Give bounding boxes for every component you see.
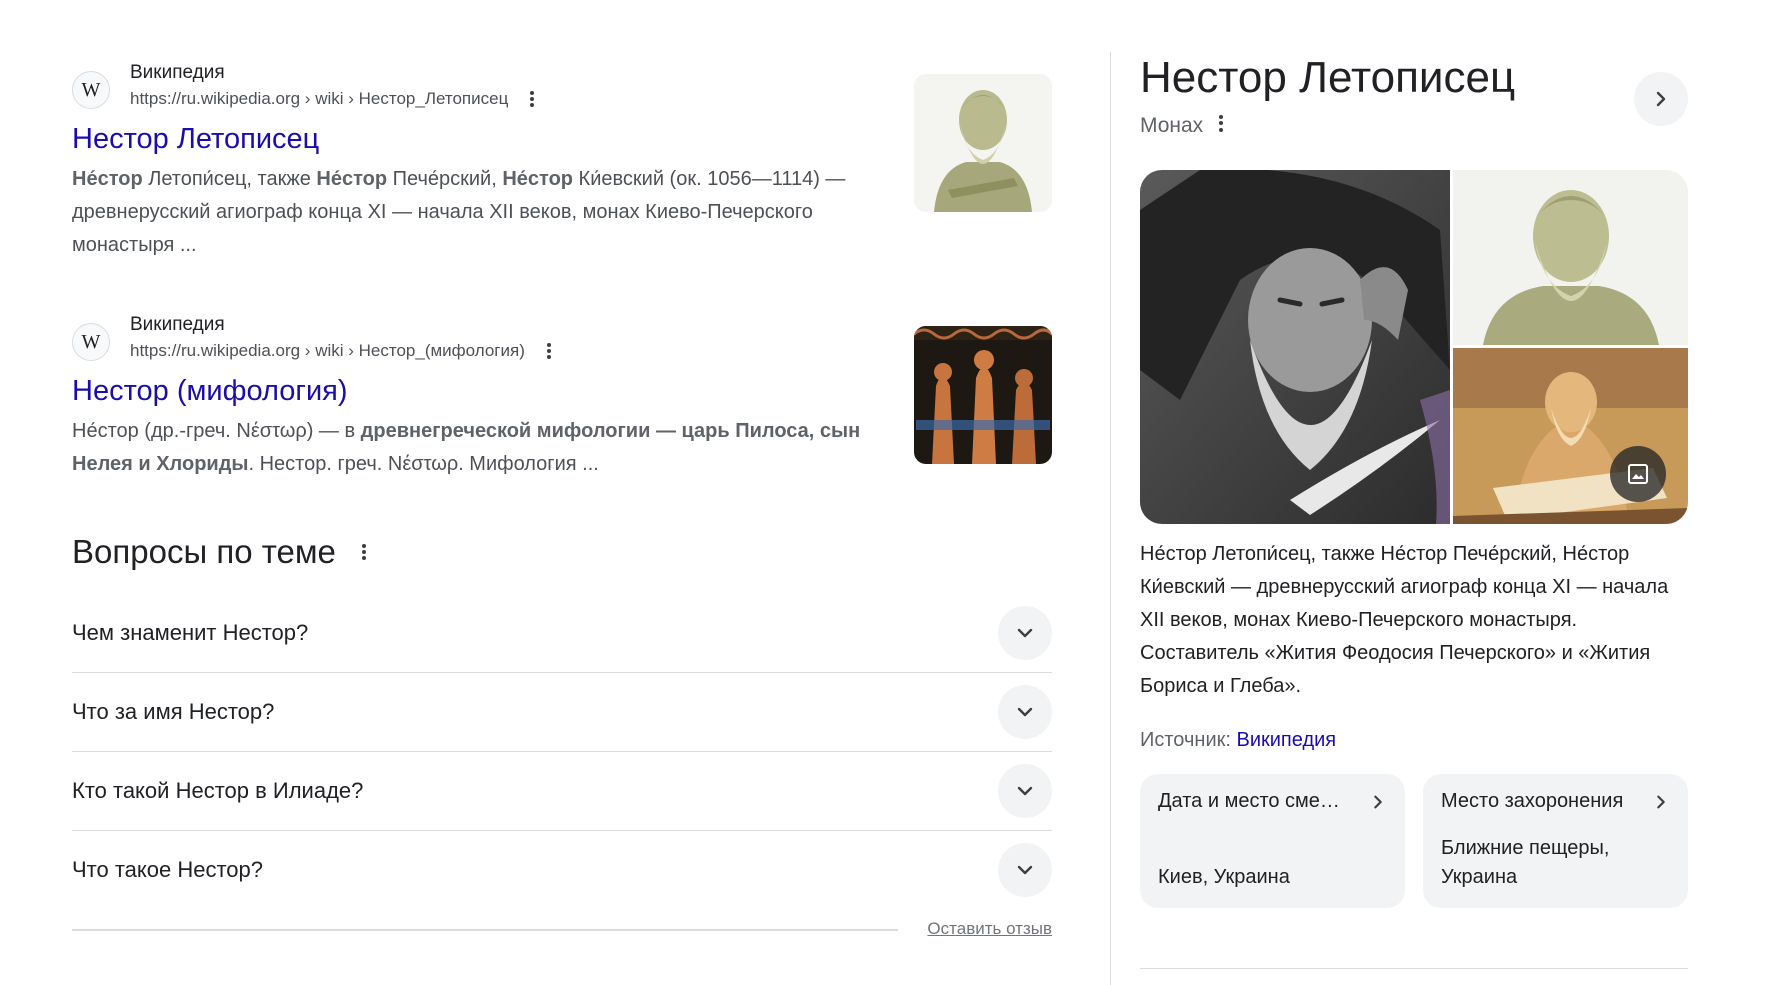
- feedback-row: Оставить отзыв: [72, 909, 1052, 949]
- question-item[interactable]: Кто такой Нестор в Илиаде?: [72, 752, 1052, 831]
- feedback-link[interactable]: Оставить отзыв: [927, 919, 1052, 939]
- snippet-text: Летопи́сец, также: [142, 168, 317, 190]
- result-url[interactable]: https://ru.wikipedia.org › wiki › Нестор…: [130, 338, 525, 364]
- source-label: Источник:: [1140, 729, 1237, 751]
- wikipedia-favicon-icon: W: [72, 71, 110, 109]
- question-item[interactable]: Чем знаменит Нестор?: [72, 594, 1052, 673]
- result-title-link[interactable]: Нестор (мифология): [72, 373, 1052, 409]
- snippet-bold-text: Не́стор: [72, 168, 143, 190]
- greek-vase-painting-image: [914, 326, 1052, 464]
- view-images-button[interactable]: [1610, 446, 1666, 502]
- knowledge-panel-subtitle: Монах: [1140, 114, 1204, 137]
- result-title-link[interactable]: Нестор Летописец: [72, 121, 1052, 157]
- question-text: Чем знаменит Нестор?: [72, 620, 309, 645]
- search-result: W Википедия https://ru.wikipedia.org › w…: [72, 312, 1052, 532]
- source-url: https://ru.wikipedia.org › wiki › Нестор…: [130, 86, 535, 112]
- result-source: W Википедия https://ru.wikipedia.org › w…: [72, 60, 1052, 112]
- expand-button[interactable]: [998, 764, 1052, 818]
- chevron-down-icon: [1017, 628, 1033, 638]
- image-icon: [1628, 464, 1648, 484]
- search-result: W Википедия https://ru.wikipedia.org › w…: [72, 60, 1052, 312]
- divider: [1140, 968, 1688, 969]
- related-questions-title: Вопросы по теме: [72, 533, 336, 570]
- snippet-text: Пече́рский,: [387, 168, 503, 190]
- more-vert-icon[interactable]: [530, 91, 535, 107]
- source-url: https://ru.wikipedia.org › wiki › Нестор…: [130, 338, 551, 364]
- divider: [72, 929, 898, 931]
- question-item[interactable]: Что за имя Нестор?: [72, 673, 1052, 752]
- result-snippet: Не́стор Летопи́сец, также Не́стор Пече́р…: [72, 163, 877, 262]
- related-questions-header: Вопросы по теме: [72, 532, 1052, 572]
- knowledge-panel-title: Нестор Летописец: [1140, 53, 1516, 102]
- knowledge-panel-source: Источник: Википедия: [1140, 729, 1688, 752]
- fact-card-value: Ближние пещеры, Украина: [1441, 837, 1610, 888]
- question-item[interactable]: Что такое Нестор?: [72, 831, 1052, 909]
- question-text: Что за имя Нестор?: [72, 699, 275, 724]
- result-thumbnail[interactable]: [914, 326, 1052, 464]
- fact-card-header: Место захоронения: [1441, 790, 1670, 813]
- expand-button[interactable]: [998, 843, 1052, 897]
- more-vert-icon[interactable]: [1219, 114, 1224, 132]
- question-text: Что такое Нестор?: [72, 857, 264, 882]
- fact-card-burial[interactable]: Место захоронения Ближние пещеры, Украин…: [1423, 774, 1688, 908]
- expand-button[interactable]: [998, 685, 1052, 739]
- result-source: W Википедия https://ru.wikipedia.org › w…: [72, 312, 1052, 364]
- result-thumbnail[interactable]: [914, 74, 1052, 212]
- fact-card-death[interactable]: Дата и место сме… Киев, Украина: [1140, 774, 1405, 908]
- related-questions: Вопросы по теме Чем знаменит Нестор? Что…: [72, 532, 1052, 949]
- chevron-down-icon: [1017, 786, 1033, 796]
- question-text: Кто такой Нестор в Илиаде?: [72, 778, 364, 803]
- image-gallery: [1140, 170, 1688, 524]
- chevron-right-icon: [1656, 91, 1666, 107]
- fact-card-label: Место захоронения: [1441, 790, 1624, 812]
- result-url[interactable]: https://ru.wikipedia.org › wiki › Нестор…: [130, 86, 508, 112]
- fact-cards: Дата и место сме… Киев, Украина Место за…: [1140, 774, 1688, 908]
- snippet-text: . Нестор. греч. Νέστωρ. Мифология ...: [248, 453, 599, 475]
- more-vert-icon[interactable]: [546, 343, 551, 359]
- result-snippet: Не́стор (др.-греч. Νέστωρ) — в древнегре…: [72, 415, 877, 481]
- search-results: W Википедия https://ru.wikipedia.org › w…: [72, 60, 1052, 949]
- snippet-bold-text: Не́стор: [316, 168, 388, 190]
- next-button[interactable]: [1634, 72, 1688, 126]
- gallery-bust-image[interactable]: [1453, 170, 1688, 345]
- fact-card-label: Дата и место сме…: [1158, 790, 1340, 812]
- source-name[interactable]: Википедия: [130, 312, 551, 338]
- chevron-down-icon: [1017, 865, 1033, 875]
- knowledge-panel: Нестор Летописец Монах Не́стор Летопи́се…: [1140, 52, 1688, 908]
- chevron-right-icon: [1374, 795, 1382, 808]
- column-divider: [1110, 52, 1111, 985]
- knowledge-panel-description: Не́стор Летопи́сец, также Не́стор Пече́р…: [1140, 543, 1669, 697]
- question-list: Чем знаменит Нестор? Что за имя Нестор? …: [72, 594, 1052, 909]
- more-vert-icon[interactable]: [361, 544, 366, 560]
- wikipedia-favicon-icon: W: [72, 323, 110, 361]
- expand-button[interactable]: [998, 606, 1052, 660]
- fact-card-value: Киев, Украина: [1158, 866, 1290, 888]
- gallery-main-image[interactable]: [1140, 170, 1450, 524]
- source-link[interactable]: Википедия: [1237, 729, 1337, 751]
- chevron-down-icon: [1017, 707, 1033, 717]
- knowledge-panel-subtitle-row: Монах: [1140, 114, 1688, 138]
- chevron-right-icon: [1657, 795, 1665, 808]
- fact-card-header: Дата и место сме…: [1158, 790, 1387, 813]
- source-text: Википедия https://ru.wikipedia.org › wik…: [130, 60, 535, 112]
- statue-bust-image: [914, 74, 1052, 212]
- source-name[interactable]: Википедия: [130, 60, 534, 86]
- source-text: Википедия https://ru.wikipedia.org › wik…: [130, 312, 551, 364]
- snippet-bold-text: Не́стор: [502, 168, 573, 190]
- snippet-text: Не́стор (др.-греч. Νέστωρ) — в: [72, 420, 361, 442]
